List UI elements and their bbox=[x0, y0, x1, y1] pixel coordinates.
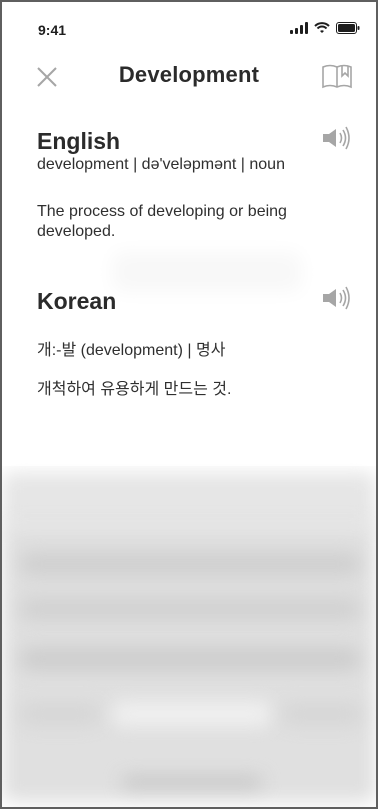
status-time: 9:41 bbox=[38, 22, 67, 38]
speaker-icon[interactable] bbox=[320, 286, 352, 310]
english-heading: English bbox=[37, 128, 121, 154]
english-meta: development | də'veləpmənt | noun bbox=[37, 156, 285, 173]
speaker-icon[interactable] bbox=[320, 126, 352, 150]
status-bar: 9:41 bbox=[2, 2, 376, 50]
korean-definition: 개척하여 유용하게 만드는 것. bbox=[37, 381, 232, 398]
cellular-signal-icon bbox=[290, 22, 308, 34]
bookmark-icon[interactable] bbox=[320, 62, 354, 92]
korean-meta: 개:-발 (development) | 명사 bbox=[37, 342, 226, 359]
status-icons bbox=[290, 22, 360, 34]
wifi-icon bbox=[314, 22, 330, 33]
korean-heading: Korean bbox=[37, 288, 117, 314]
phone-frame: 9:41 Development English development | d… bbox=[0, 0, 378, 809]
english-definition: The process of developing or being devel… bbox=[37, 203, 287, 240]
dictionary-header: Development bbox=[2, 52, 376, 100]
definition-panel: English development | də'veləpmənt | nou… bbox=[2, 98, 376, 466]
battery-icon bbox=[336, 22, 360, 34]
